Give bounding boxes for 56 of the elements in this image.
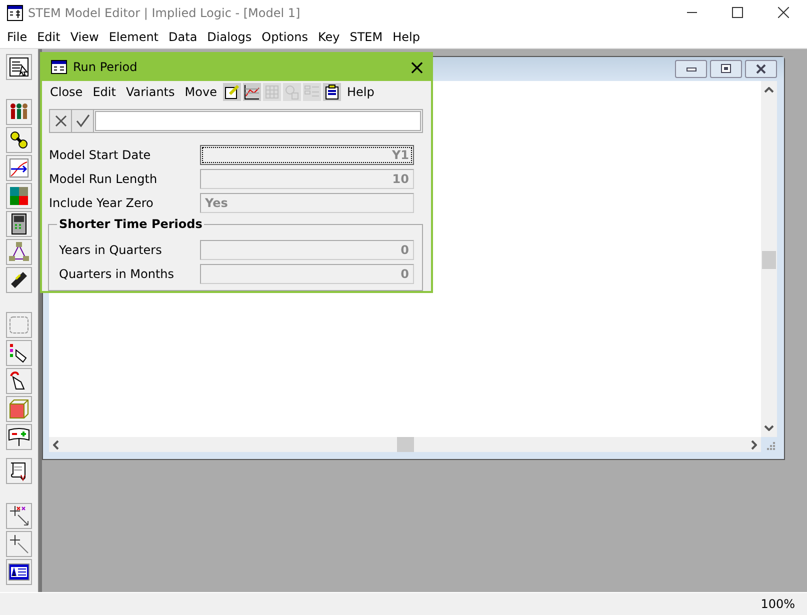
network-icon[interactable] [6,239,32,265]
cancel-button[interactable] [50,110,72,132]
window-title: STEM Model Editor | Implied Logic - [Model 1] [28,6,300,20]
horizontal-scrollbar[interactable] [49,437,761,452]
vertical-scrollbar[interactable] [761,81,777,437]
people-icon[interactable] [6,99,32,125]
chip-icon[interactable] [6,267,32,293]
clipboard-icon[interactable] [322,83,341,101]
menu-item[interactable]: Dialogs [202,30,257,44]
menu-item[interactable]: View [65,30,104,44]
scroll-thumb[interactable] [762,251,776,269]
close-icon[interactable] [778,7,789,18]
menu-item[interactable]: Help [342,85,378,99]
minimize-icon[interactable] [675,60,707,78]
menu-item[interactable]: Close [46,85,87,99]
restore-icon[interactable] [710,60,742,78]
accept-button[interactable] [72,110,94,132]
menu-item[interactable]: Element [104,30,164,44]
menu-item[interactable]: Move [180,85,221,99]
scroll-thumb[interactable] [397,437,414,452]
group-title: Shorter Time Periods [57,217,204,231]
menu-item[interactable]: Options [256,30,313,44]
binoculars-icon[interactable] [6,127,32,153]
input-field[interactable] [95,111,421,131]
zoom-level: 100% [760,597,795,611]
menu-item[interactable]: Edit [32,30,66,44]
scroll-icon[interactable] [6,458,32,484]
plus-minus-icon[interactable] [6,424,32,450]
app-icon [7,4,23,20]
close-icon[interactable] [745,60,777,78]
menu-item[interactable]: Key [312,30,345,44]
chart-icon[interactable] [242,83,261,101]
chart-icon[interactable] [6,155,32,181]
report-icon[interactable] [6,54,32,80]
puzzle-icon[interactable] [6,183,32,209]
dialog-title: Run Period [73,60,138,74]
menu-item[interactable]: Help [388,30,425,44]
maximize-icon[interactable] [732,7,743,18]
field-label: Years in Quarters [59,243,163,257]
field-label: Model Start Date [49,148,152,162]
resize-grip-icon[interactable] [765,440,775,450]
menu-item[interactable]: Variants [122,85,179,99]
menu-item[interactable]: STEM [344,30,388,44]
edit-icon[interactable] [222,83,241,101]
menu-item[interactable]: File [2,30,32,44]
cabinet-icon[interactable] [6,211,32,237]
menu-item[interactable]: Data [164,30,202,44]
text-box-icon[interactable] [6,559,32,585]
field-label: Include Year Zero [49,196,154,210]
cross-icon [54,115,66,127]
field-label: Quarters in Months [59,267,176,281]
field-label: Model Run Length [49,172,158,186]
dialog-icon [51,60,67,74]
check-icon [76,114,90,128]
close-button[interactable]: × [402,55,432,79]
menu-item[interactable]: Edit [88,85,120,99]
